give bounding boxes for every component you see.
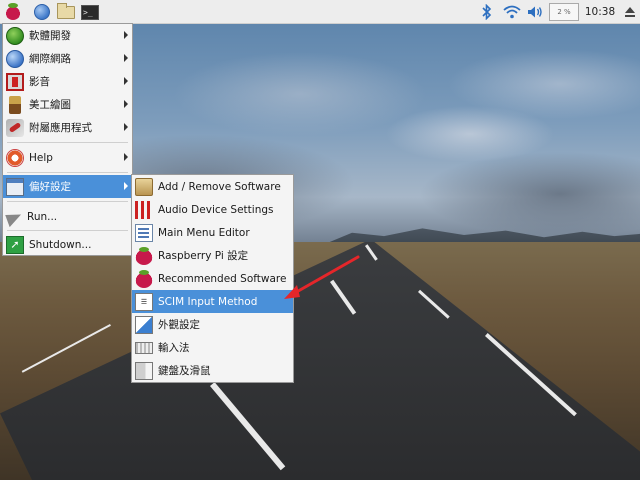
- run-icon: [6, 209, 22, 225]
- wifi-icon: [503, 5, 521, 19]
- menu-item-programming[interactable]: 軟體開發: [3, 24, 132, 47]
- volume-button[interactable]: [526, 0, 544, 24]
- menu-item-graphics[interactable]: 美工繪圖: [3, 93, 132, 116]
- appearance-icon: [135, 315, 153, 334]
- submenu-item-label: Audio Device Settings: [158, 203, 274, 216]
- submenu-item-appearance-settings[interactable]: 外觀設定: [132, 313, 293, 336]
- clock[interactable]: 10:38: [584, 0, 616, 24]
- menu-button[interactable]: [3, 2, 23, 22]
- globe-icon: [34, 4, 50, 20]
- preferences-submenu: Add / Remove Software Audio Device Setti…: [131, 174, 294, 383]
- menu-editor-icon: [135, 223, 153, 242]
- menu-item-shutdown[interactable]: ➚ Shutdown...: [3, 233, 132, 256]
- terminal-icon: >_: [81, 4, 99, 20]
- browser-launcher[interactable]: [32, 2, 52, 22]
- menu-item-run[interactable]: Run...: [3, 205, 132, 228]
- submenu-item-label: 外觀設定: [158, 319, 200, 331]
- preferences-icon: [6, 177, 24, 196]
- chevron-right-icon: [124, 31, 128, 39]
- audio-settings-icon: [135, 200, 153, 219]
- submenu-item-label: Main Menu Editor: [158, 226, 250, 239]
- submenu-item-raspberry-pi-configuration[interactable]: Raspberry Pi 設定: [132, 244, 293, 267]
- help-icon: [6, 148, 24, 167]
- submenu-item-label: SCIM Input Method: [158, 295, 258, 308]
- menu-item-label: 美工繪圖: [29, 99, 71, 111]
- accessories-icon: [6, 118, 24, 137]
- eject-button[interactable]: [623, 5, 637, 19]
- menu-item-help[interactable]: Help: [3, 146, 132, 169]
- submenu-item-input-method[interactable]: 輸入法: [132, 336, 293, 359]
- raspberry-pi-icon: [135, 246, 153, 265]
- wifi-button[interactable]: [502, 0, 522, 24]
- menu-item-label: Help: [29, 151, 53, 164]
- file-manager-launcher[interactable]: [56, 2, 76, 22]
- package-icon: [135, 177, 153, 196]
- menu-item-preferences[interactable]: 偏好設定: [3, 175, 132, 198]
- menu-item-label: Shutdown...: [29, 238, 92, 251]
- submenu-item-main-menu-editor[interactable]: Main Menu Editor: [132, 221, 293, 244]
- folder-icon: [57, 2, 75, 19]
- internet-icon: [6, 49, 24, 68]
- chevron-right-icon: [124, 182, 128, 190]
- chevron-right-icon: [124, 100, 128, 108]
- submenu-item-label: Add / Remove Software: [158, 180, 281, 193]
- menu-item-label: 附屬應用程式: [29, 122, 92, 134]
- chevron-right-icon: [124, 153, 128, 161]
- submenu-item-label: Raspberry Pi 設定: [158, 250, 249, 262]
- scim-icon: ☰: [135, 292, 153, 311]
- menu-item-sound-video[interactable]: 影音: [3, 70, 132, 93]
- menu-separator: [7, 230, 128, 231]
- programming-icon: [6, 26, 24, 45]
- submenu-item-recommended-software[interactable]: Recommended Software: [132, 267, 293, 290]
- keyboard-icon: [135, 341, 153, 354]
- menu-separator: [7, 201, 128, 202]
- bluetooth-icon: [482, 4, 492, 20]
- submenu-item-add-remove-software[interactable]: Add / Remove Software: [132, 175, 293, 198]
- menu-item-label: 軟體開發: [29, 30, 71, 42]
- menu-item-internet[interactable]: 網際網路: [3, 47, 132, 70]
- main-menu: 軟體開發 網際網路 影音 美工繪圖 附屬應用程式 Help 偏好設定 Run..…: [2, 23, 133, 256]
- menu-item-label: 網際網路: [29, 53, 71, 65]
- submenu-item-audio-device-settings[interactable]: Audio Device Settings: [132, 198, 293, 221]
- chevron-right-icon: [124, 77, 128, 85]
- submenu-item-label: Recommended Software: [158, 272, 287, 285]
- raspberry-pi-icon: [5, 3, 21, 20]
- volume-icon: [528, 6, 542, 18]
- chevron-right-icon: [124, 54, 128, 62]
- shutdown-icon: ➚: [6, 235, 24, 254]
- submenu-item-keyboard-mouse[interactable]: 鍵盤及滑鼠: [132, 359, 293, 382]
- terminal-launcher[interactable]: >_: [80, 2, 100, 22]
- graphics-icon: [9, 95, 21, 114]
- submenu-item-label: 鍵盤及滑鼠: [158, 365, 211, 377]
- menu-item-accessories[interactable]: 附屬應用程式: [3, 116, 132, 139]
- keyboard-mouse-icon: [135, 361, 153, 380]
- bluetooth-button[interactable]: [480, 0, 494, 24]
- raspberry-pi-icon: [135, 269, 153, 288]
- sound-video-icon: [6, 72, 24, 91]
- menu-item-label: 影音: [29, 76, 50, 88]
- eject-icon: [625, 7, 635, 17]
- menu-separator: [7, 142, 128, 143]
- cpu-monitor[interactable]: 2 %: [549, 3, 579, 21]
- menu-item-label: Run...: [27, 210, 58, 223]
- menu-item-label: 偏好設定: [29, 181, 71, 193]
- chevron-right-icon: [124, 123, 128, 131]
- submenu-item-label: 輸入法: [158, 342, 190, 354]
- top-panel: >_ 2 % 10:38: [0, 0, 640, 24]
- submenu-item-scim-input-method[interactable]: ☰ SCIM Input Method: [132, 290, 293, 313]
- menu-separator: [7, 172, 128, 173]
